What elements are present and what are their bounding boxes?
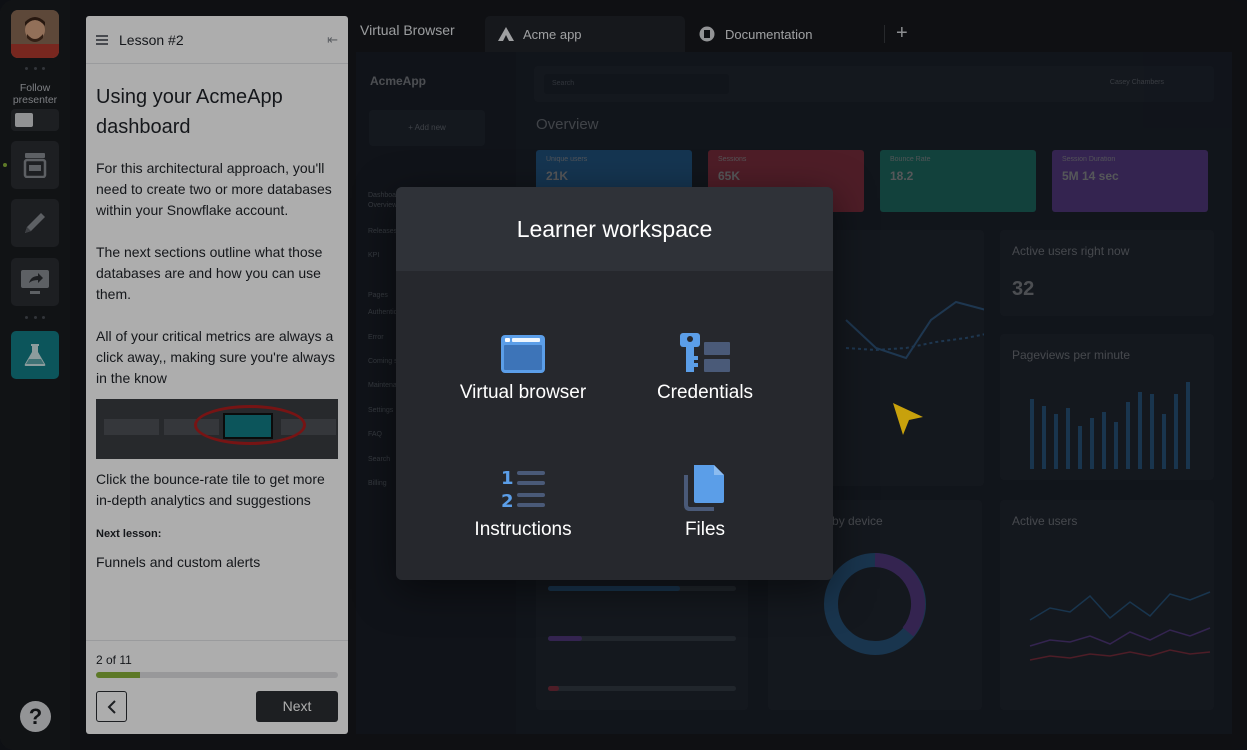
mouse-cursor-icon — [893, 403, 923, 435]
modal-title: Learner workspace — [396, 187, 833, 271]
learner-workspace-modal: Learner workspace Virtual browser Creden… — [396, 187, 833, 580]
svg-text:2: 2 — [501, 491, 514, 511]
numbered-list-icon: 1 2 — [501, 468, 545, 511]
key-card-icon — [680, 333, 730, 372]
svg-text:1: 1 — [501, 468, 514, 489]
option-virtual-browser[interactable]: Virtual browser — [423, 314, 623, 404]
option-label: Credentials — [656, 382, 754, 403]
option-label: Virtual browser — [459, 382, 587, 403]
option-files[interactable]: Files — [605, 451, 805, 541]
files-icon — [684, 465, 724, 511]
option-instructions[interactable]: 1 2 Instructions — [423, 451, 623, 541]
browser-window-icon — [501, 335, 545, 373]
option-label: Files — [684, 519, 726, 540]
option-label: Instructions — [474, 519, 572, 540]
app-frame: Follow presenter ? Lesson #2 ⇤ Using you… — [0, 0, 1247, 750]
option-credentials[interactable]: Credentials — [605, 314, 805, 404]
